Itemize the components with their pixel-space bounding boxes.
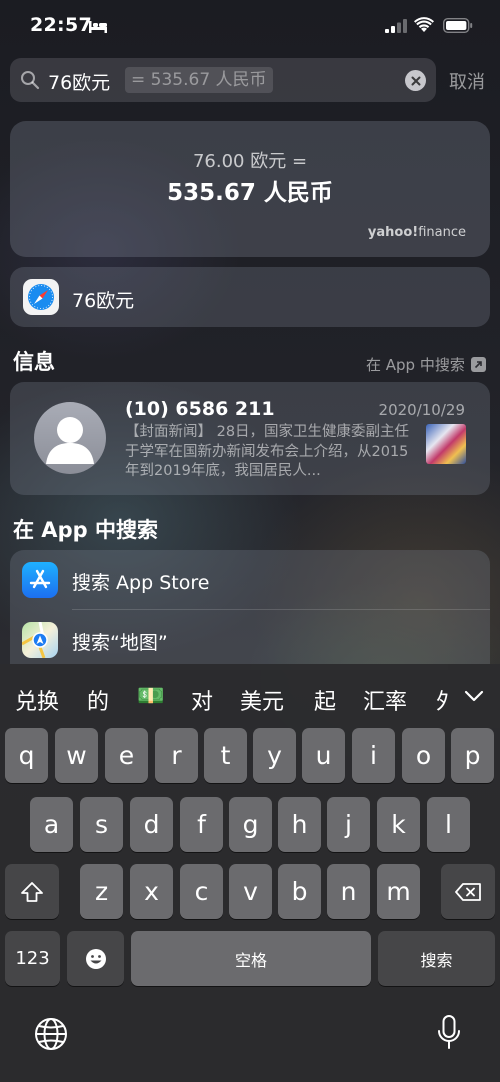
candidate-word[interactable]: 的 (87, 684, 109, 716)
key-c[interactable]: c (180, 864, 223, 919)
search-in-app-label: 在 App 中搜索 (366, 356, 465, 374)
cellular-signal-icon (385, 19, 407, 33)
key-g[interactable]: g (229, 797, 272, 852)
messages-section-title: 信息 (13, 350, 55, 374)
search-completion-suggestion: = 535.67 人民币 (125, 67, 273, 93)
key-p[interactable]: p (451, 728, 494, 783)
app-store-icon (22, 562, 58, 598)
key-i[interactable]: i (352, 728, 395, 783)
conversion-from-text: 76.00 欧元 = (192, 151, 308, 172)
yahoo-finance-logo: yahoo!finance (367, 225, 466, 240)
maps-icon (22, 622, 58, 658)
chevron-down-icon (464, 690, 484, 702)
app-search-section-title: 在 App 中搜索 (13, 518, 158, 542)
key-x[interactable]: x (130, 864, 173, 919)
message-result[interactable]: (10) 6586 211 2020/10/29 【封面新闻】 28日，国家卫生… (10, 382, 490, 495)
message-thumbnail-image (426, 424, 466, 464)
search-maps-label: 搜索“地图” (72, 632, 168, 654)
candidate-bar: 兑换 的 💵 对 美元 起 汇率 外 (0, 664, 500, 728)
search-app-store-label: 搜索 App Store (72, 572, 210, 594)
status-bar: 22:57 (0, 0, 500, 54)
key-u[interactable]: u (302, 728, 345, 783)
search-input[interactable]: 76欧元 (48, 68, 110, 95)
globe-icon[interactable] (34, 1017, 68, 1051)
key-y[interactable]: y (253, 728, 296, 783)
key-z[interactable]: z (80, 864, 123, 919)
key-h[interactable]: h (278, 797, 321, 852)
close-icon (411, 76, 420, 85)
key-n[interactable]: n (327, 864, 370, 919)
key-o[interactable]: o (402, 728, 445, 783)
safari-search-suggestion[interactable]: 76欧元 (10, 267, 490, 327)
expand-candidates-button[interactable] (448, 664, 500, 728)
shift-key[interactable] (5, 864, 59, 919)
key-d[interactable]: d (130, 797, 173, 852)
key-j[interactable]: j (327, 797, 370, 852)
candidate-word[interactable]: 美元 (240, 684, 284, 716)
bed-icon (89, 21, 107, 33)
key-l[interactable]: l (427, 797, 470, 852)
search-key[interactable]: 搜索 (378, 931, 495, 986)
candidate-word[interactable]: 对 (191, 684, 213, 716)
emoji-icon (85, 948, 106, 969)
microphone-icon[interactable] (436, 1014, 462, 1052)
key-a[interactable]: a (30, 797, 73, 852)
app-search-list: 搜索 App Store 搜索“地图” (10, 550, 490, 670)
key-s[interactable]: s (80, 797, 123, 852)
shift-icon (21, 881, 43, 902)
open-arrow-icon (470, 357, 486, 372)
key-q[interactable]: q (5, 728, 48, 783)
key-e[interactable]: e (105, 728, 148, 783)
message-date: 2020/10/29 (378, 401, 465, 419)
numbers-key[interactable]: 123 (5, 931, 60, 986)
key-f[interactable]: f (180, 797, 223, 852)
status-time: 22:57 (30, 14, 92, 36)
candidate-word[interactable]: 起 (314, 684, 336, 716)
keyboard: 兑换 的 💵 对 美元 起 汇率 外 q w e r t y u i o p a… (0, 664, 500, 1082)
key-w[interactable]: w (55, 728, 98, 783)
safari-icon (23, 279, 59, 315)
contact-avatar (34, 402, 106, 474)
currency-conversion-card[interactable]: 76.00 欧元 = 535.67 人民币 yahoo!finance (10, 121, 490, 257)
candidate-word[interactable]: 汇率 (363, 684, 407, 716)
search-icon (21, 71, 40, 90)
message-preview: 【封面新闻】 28日，国家卫生健康委副主任于学军在国新办新闻发布会上介绍，从20… (125, 424, 410, 479)
search-field[interactable]: 76欧元 = 535.67 人民币 (10, 58, 436, 102)
emoji-key[interactable] (67, 931, 124, 986)
battery-icon (443, 18, 473, 33)
message-sender: (10) 6586 211 (125, 398, 275, 420)
backspace-icon (455, 882, 481, 901)
space-key[interactable]: 空格 (131, 931, 371, 986)
key-m[interactable]: m (377, 864, 420, 919)
key-t[interactable]: t (204, 728, 247, 783)
candidate-word[interactable]: 💵 (137, 684, 164, 709)
key-b[interactable]: b (278, 864, 321, 919)
candidate-word[interactable]: 兑换 (15, 684, 59, 716)
key-k[interactable]: k (377, 797, 420, 852)
key-r[interactable]: r (155, 728, 198, 783)
safari-suggestion-label: 76欧元 (72, 290, 135, 312)
conversion-result-text: 535.67 人民币 (167, 180, 333, 206)
key-v[interactable]: v (229, 864, 272, 919)
search-maps-row[interactable]: 搜索“地图” (10, 610, 490, 670)
clear-search-button[interactable] (405, 70, 426, 91)
wifi-icon (414, 17, 434, 32)
search-in-messages-app-link[interactable]: 在 App 中搜索 (366, 354, 486, 375)
search-app-store-row[interactable]: 搜索 App Store (10, 550, 490, 610)
cancel-button[interactable]: 取消 (449, 68, 485, 94)
backspace-key[interactable] (441, 864, 495, 919)
